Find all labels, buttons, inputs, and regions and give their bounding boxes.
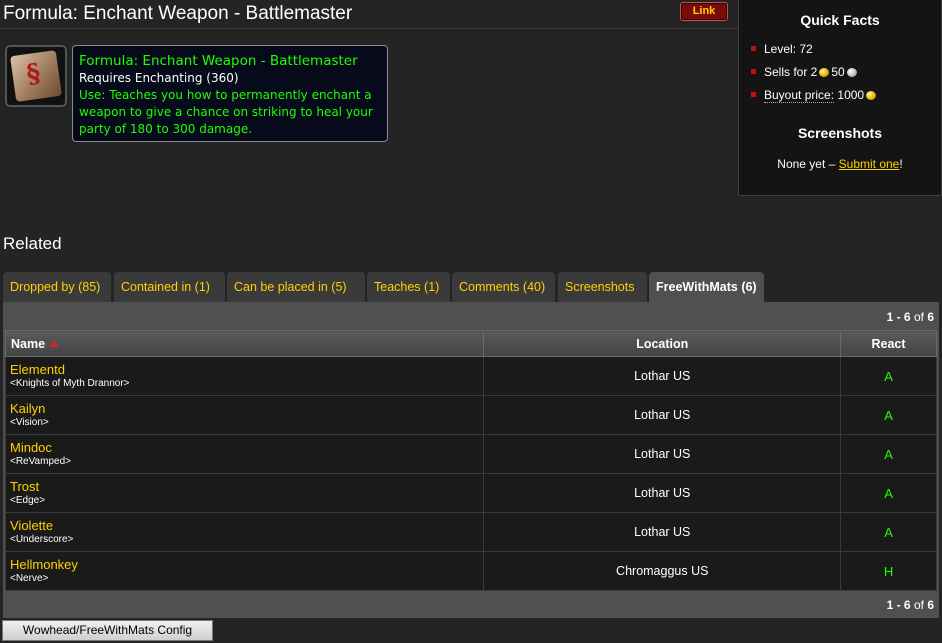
tab-freewithmats[interactable]: FreeWithMats (6): [649, 272, 764, 302]
guild-name: <Vision>: [10, 416, 49, 428]
page-title: Formula: Enchant Weapon - Battlemaster: [3, 3, 353, 24]
tab-screenshots[interactable]: Screenshots: [558, 272, 647, 302]
gold-coin-icon: [866, 91, 877, 100]
table-row[interactable]: Mindoc <ReVamped> Lothar US A: [4, 434, 937, 474]
react-cell: H: [840, 551, 937, 591]
freewithmats-config-button[interactable]: Wowhead/FreeWithMats Config: [2, 620, 213, 641]
react-cell: A: [840, 356, 937, 396]
tab-contained-in[interactable]: Contained in (1): [114, 272, 225, 302]
table-row[interactable]: Kailyn <Vision> Lothar US A: [4, 395, 937, 435]
table-header-row: Name Location React: [4, 330, 937, 357]
link-button[interactable]: Link: [680, 2, 728, 21]
player-name-link[interactable]: Elementd: [10, 362, 483, 377]
table-row[interactable]: Hellmonkey <Nerve> Chromaggus US H: [4, 551, 937, 591]
guild-name: <ReVamped>: [10, 455, 71, 467]
player-name-link[interactable]: Kailyn: [10, 401, 483, 416]
column-header-name[interactable]: Name: [4, 330, 485, 357]
silver-coin-icon: [846, 68, 857, 77]
item-icon-frame[interactable]: [5, 45, 67, 107]
guild-name: <Edge>: [10, 494, 46, 506]
quick-facts-list: Level: 72 Sells for 2 50 Buyout price: 10…: [751, 42, 941, 111]
location-cell: Lothar US: [483, 356, 842, 396]
item-tooltip: Formula: Enchant Weapon - Battlemaster R…: [72, 45, 388, 142]
screenshots-status: None yet – Submit one!: [777, 157, 903, 171]
react-cell: A: [840, 434, 937, 474]
guild-name: <Knights of Myth Drannor>: [10, 377, 130, 389]
screenshots-title: Screenshots: [797, 125, 883, 141]
players-table: Name Location React Elementd <Knights of …: [4, 330, 937, 591]
pagination-top: 1 - 6 of 6: [886, 310, 934, 324]
tab-comments[interactable]: Comments (40): [452, 272, 555, 302]
location-cell: Lothar US: [483, 395, 842, 435]
tooltip-use-text: Use: Teaches you how to permanently ench…: [79, 88, 373, 136]
guild-name: <Underscore>: [10, 533, 74, 545]
tab-dropped-by[interactable]: Dropped by (85): [3, 272, 111, 302]
react-cell: A: [840, 473, 937, 513]
quick-facts-panel: Quick Facts Level: 72 Sells for 2 50 Buyo…: [738, 0, 942, 196]
player-name-link[interactable]: Trost: [10, 479, 483, 494]
fact-buyout: Buyout price: 1000: [751, 88, 941, 111]
location-cell: Lothar US: [483, 473, 842, 513]
player-name-link[interactable]: Mindoc: [10, 440, 483, 455]
related-heading: Related: [3, 234, 62, 253]
quick-facts-title: Quick Facts: [800, 12, 880, 28]
gold-coin-icon: [819, 68, 830, 77]
location-cell: Chromaggus US: [483, 551, 842, 591]
title-divider: [0, 28, 738, 29]
player-name-link[interactable]: Violette: [10, 518, 483, 533]
tooltip-item-name: Formula: Enchant Weapon - Battlemaster: [79, 53, 358, 69]
react-cell: A: [840, 512, 937, 552]
location-cell: Lothar US: [483, 434, 842, 474]
column-header-location[interactable]: Location: [483, 330, 842, 357]
tab-teaches[interactable]: Teaches (1): [367, 272, 450, 302]
player-name-link[interactable]: Hellmonkey: [10, 557, 483, 572]
guild-name: <Nerve>: [10, 572, 49, 584]
submit-screenshot-link[interactable]: Submit one: [839, 157, 900, 171]
column-header-react[interactable]: React: [840, 330, 937, 357]
recipe-scroll-icon: [10, 50, 62, 102]
fact-level: Level: 72: [751, 42, 941, 65]
pagination-bottom: 1 - 6 of 6: [886, 598, 934, 612]
react-cell: A: [840, 395, 937, 435]
table-row[interactable]: Violette <Underscore> Lothar US A: [4, 512, 937, 552]
location-cell: Lothar US: [483, 512, 842, 552]
sort-ascending-icon: [49, 340, 60, 347]
tab-can-be-placed-in[interactable]: Can be placed in (5): [227, 272, 365, 302]
tooltip-requirement: Requires Enchanting (360): [79, 71, 239, 85]
listview-panel: 1 - 6 of 6 Name Location React Elementd <…: [3, 302, 939, 618]
fact-sells-for: Sells for 2 50: [751, 65, 941, 88]
table-row[interactable]: Elementd <Knights of Myth Drannor> Lothar…: [4, 356, 937, 396]
table-row[interactable]: Trost <Edge> Lothar US A: [4, 473, 937, 513]
